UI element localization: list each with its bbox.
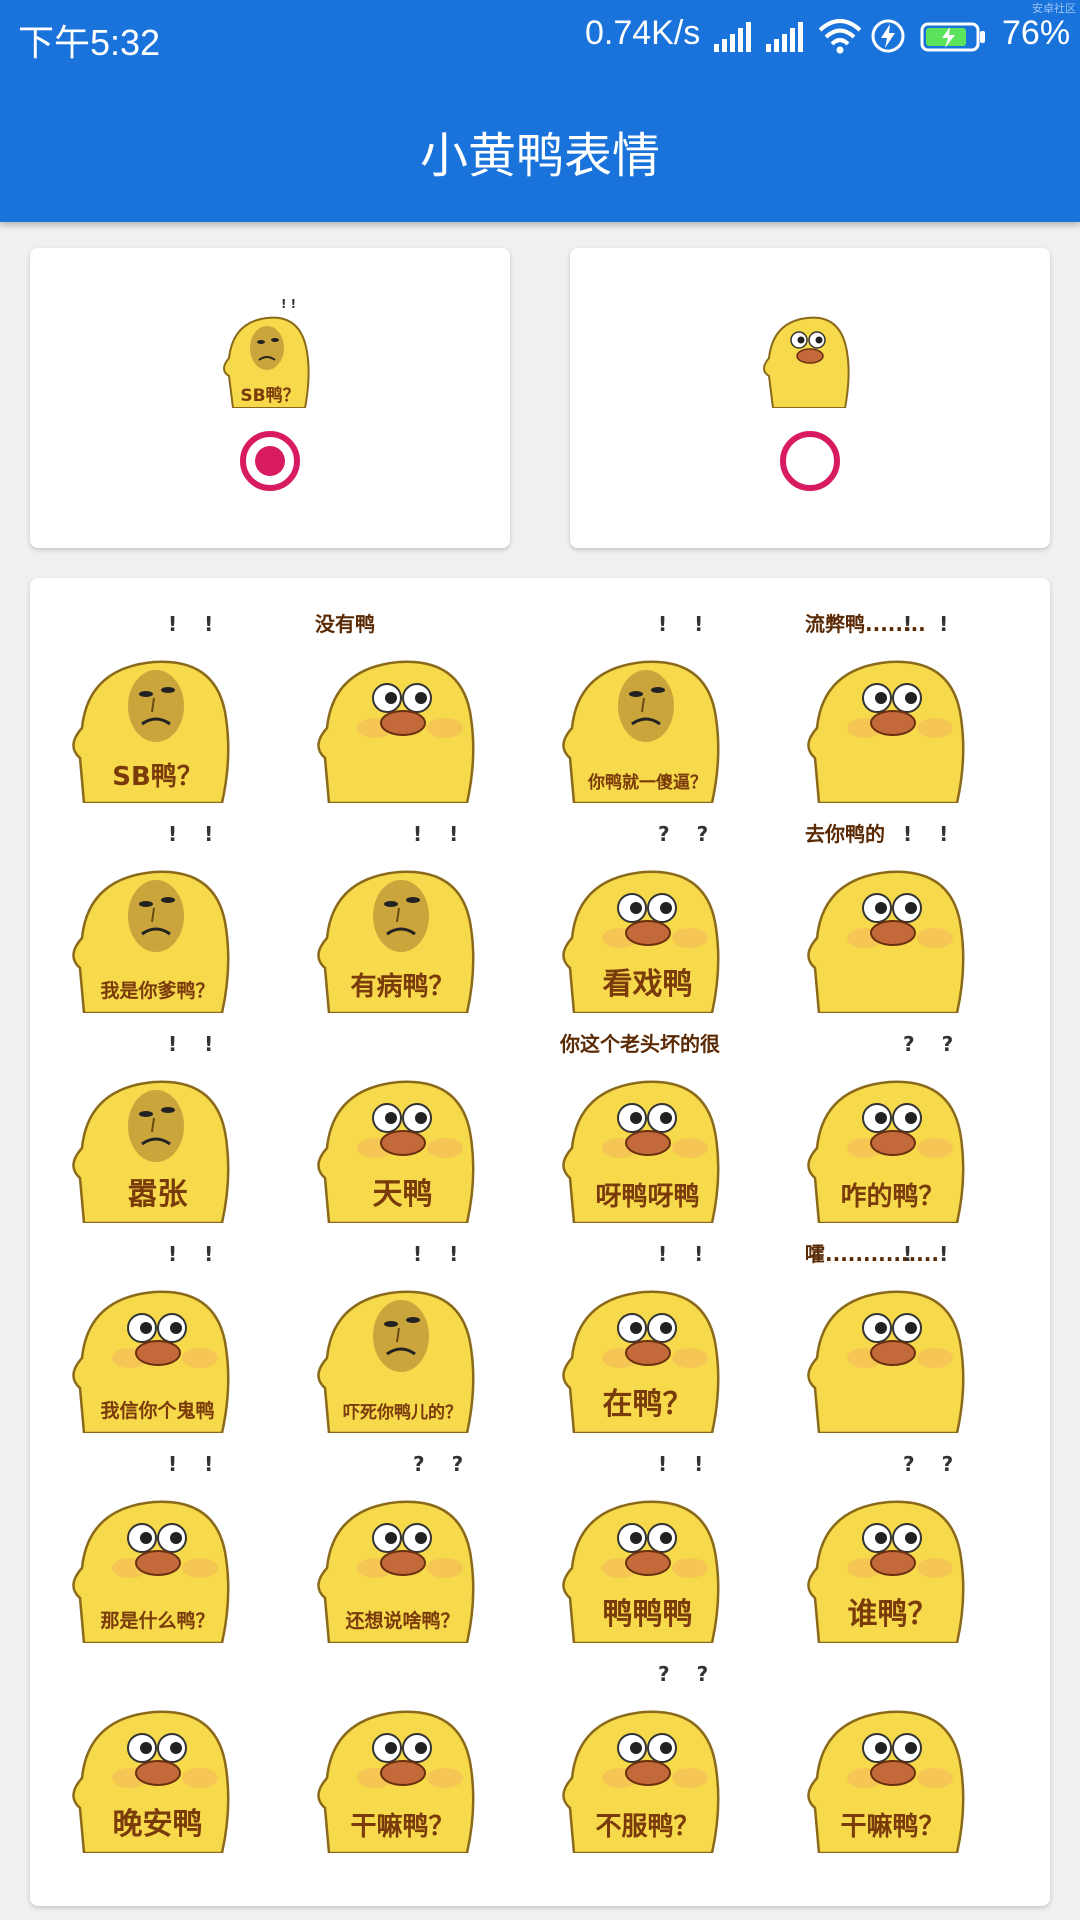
signal-icon xyxy=(714,22,751,52)
sticker-item[interactable]: 没有鸭 xyxy=(315,608,505,803)
sticker-caption: 咋的鸭？ xyxy=(840,1182,945,1212)
sticker-top-caption: 你这个老头坏的很 xyxy=(560,1032,720,1056)
svg-text:! !: ! ! xyxy=(281,297,296,311)
wifi-icon xyxy=(818,19,862,54)
sticker-marks: ? ? xyxy=(658,1662,719,1686)
sticker-caption: 有病鸭？ xyxy=(350,972,455,1002)
sticker-marks: ! ! xyxy=(413,1242,469,1266)
sticker-item[interactable]: ? ? 谁鸭？ xyxy=(805,1448,995,1643)
sticker-item[interactable]: ! ! 鸭鸭鸭 xyxy=(560,1448,750,1643)
sticker-item[interactable]: 天鸭 xyxy=(315,1028,505,1223)
sticker-preview xyxy=(755,296,865,409)
status-bar: 下午5:32 0.74K/s 76% 安卓社区 xyxy=(0,0,1080,74)
sticker-caption: 那是什么鸭？ xyxy=(100,1610,215,1632)
sticker-marks: ! ! xyxy=(168,1452,224,1476)
sticker-caption: 谁鸭？ xyxy=(847,1597,938,1632)
sticker-item[interactable]: ! ! 嚯............... xyxy=(805,1238,995,1433)
sticker-marks: ? ? xyxy=(903,1452,964,1476)
style-option-card-1[interactable]: ! ! SB鸭？ xyxy=(30,248,510,548)
sticker-top-caption: 嚯............... xyxy=(805,1242,939,1266)
sticker-caption: SB鸭？ xyxy=(240,386,300,406)
sticker-caption: 还想说啥鸭？ xyxy=(345,1610,460,1632)
sticker-item[interactable]: ? ? 咋的鸭？ xyxy=(805,1028,995,1223)
sticker-item[interactable]: ? ? 看戏鸭 xyxy=(560,818,750,1013)
watermark: 安卓社区 xyxy=(1032,2,1076,15)
sticker-marks: ! ! xyxy=(168,612,224,636)
sticker-top-caption: 流弊鸭........ xyxy=(805,612,926,636)
sticker-caption: 你鸭就一傻逼？ xyxy=(588,773,707,793)
network-speed: 0.74K/s xyxy=(585,14,701,52)
battery-percent: 76% xyxy=(1002,14,1071,52)
sticker-caption: 嚣张 xyxy=(127,1177,188,1212)
sticker-caption: 呀鸭呀鸭 xyxy=(595,1182,700,1212)
sticker-item[interactable]: ! ! 我是你爹鸭？ xyxy=(70,818,260,1013)
duck-image xyxy=(763,316,850,409)
signal-icon xyxy=(766,22,803,52)
sticker-caption: 干嘛鸭？ xyxy=(350,1812,455,1842)
sticker-caption: 鸭鸭鸭 xyxy=(602,1597,693,1632)
sticker-item[interactable]: ! ! 有病鸭？ xyxy=(315,818,505,1013)
sticker-item[interactable]: ! ! 去你鸭的 xyxy=(805,818,995,1013)
sticker-item[interactable]: ? ? 不服鸭？ xyxy=(560,1658,750,1853)
sticker-marks: ! ! xyxy=(168,1242,224,1266)
sticker-item[interactable]: 干嘛鸭？ xyxy=(805,1658,995,1853)
sticker-item[interactable]: ! ! 那是什么鸭？ xyxy=(70,1448,260,1643)
sticker-caption: 不服鸭？ xyxy=(595,1812,700,1842)
duck-image xyxy=(807,870,965,1013)
sticker-caption: 看戏鸭 xyxy=(602,967,693,1002)
sticker-marks: ! ! xyxy=(658,612,714,636)
sticker-marks: ! ! xyxy=(413,822,469,846)
sticker-item[interactable]: ! ! 在鸭？ xyxy=(560,1238,750,1433)
sticker-marks: ? ? xyxy=(658,822,719,846)
sticker-marks: ? ? xyxy=(413,1452,474,1476)
sticker-item[interactable]: ! ! 嚣张 xyxy=(70,1028,260,1223)
radio-dot xyxy=(255,446,285,476)
sticker-item[interactable]: 晚安鸭 xyxy=(70,1658,260,1853)
sticker-item[interactable]: ! ! 你鸭就一傻逼？ xyxy=(560,608,750,803)
sticker-marks: ! ! xyxy=(168,1032,224,1056)
sticker-grid: ! ! SB鸭？ 没有鸭 ! ! 你鸭就一傻逼？ ! ! 流弊鸭........ ! … xyxy=(30,578,1050,1906)
duck-image xyxy=(807,660,965,803)
sticker-top-caption: 没有鸭 xyxy=(315,612,375,636)
sticker-caption: 天鸭 xyxy=(372,1177,433,1212)
sticker-marks: ? ? xyxy=(903,1032,964,1056)
charging-bolt-icon xyxy=(871,19,905,53)
radio-unselected[interactable] xyxy=(780,431,840,491)
battery-icon xyxy=(920,22,985,52)
sticker-caption: 在鸭？ xyxy=(602,1387,693,1422)
sticker-marks: ! ! xyxy=(658,1242,714,1266)
sticker-caption: 我是你爹鸭？ xyxy=(100,980,215,1002)
duck-image xyxy=(317,660,475,803)
sticker-marks: ! ! xyxy=(168,822,224,846)
sticker-top-caption: 去你鸭的 xyxy=(805,822,885,846)
radio-selected[interactable] xyxy=(240,431,300,491)
sticker-item[interactable]: ! ! SB鸭？ xyxy=(70,608,260,803)
sticker-item[interactable]: ! ! 流弊鸭........ xyxy=(805,608,995,803)
sticker-caption: 干嘛鸭？ xyxy=(840,1812,945,1842)
sticker-caption: 吓死你鸭儿的？ xyxy=(343,1403,462,1423)
sticker-item[interactable]: ! ! 我信你个鬼鸭 xyxy=(70,1238,260,1433)
sticker-item[interactable]: 干嘛鸭？ xyxy=(315,1658,505,1853)
sticker-caption: 晚安鸭 xyxy=(112,1807,203,1842)
status-time: 下午5:32 xyxy=(18,22,161,63)
style-option-card-2[interactable] xyxy=(570,248,1050,548)
sticker-marks: ! ! xyxy=(658,1452,714,1476)
sticker-caption: 我信你个鬼鸭 xyxy=(100,1400,215,1422)
sticker-caption: SB鸭？ xyxy=(112,762,203,792)
duck-image xyxy=(807,1290,965,1433)
app-bar: 下午5:32 0.74K/s 76% 安卓社区 小黄鸭表情 xyxy=(0,0,1080,222)
sticker-preview: ! ! SB鸭？ xyxy=(215,296,325,409)
page-title: 小黄鸭表情 xyxy=(419,128,660,184)
sticker-item[interactable]: 你这个老头坏的很呀鸭呀鸭 xyxy=(560,1028,750,1223)
sticker-item[interactable]: ! ! 吓死你鸭儿的？ xyxy=(315,1238,505,1433)
sticker-item[interactable]: ? ? 还想说啥鸭？ xyxy=(315,1448,505,1643)
